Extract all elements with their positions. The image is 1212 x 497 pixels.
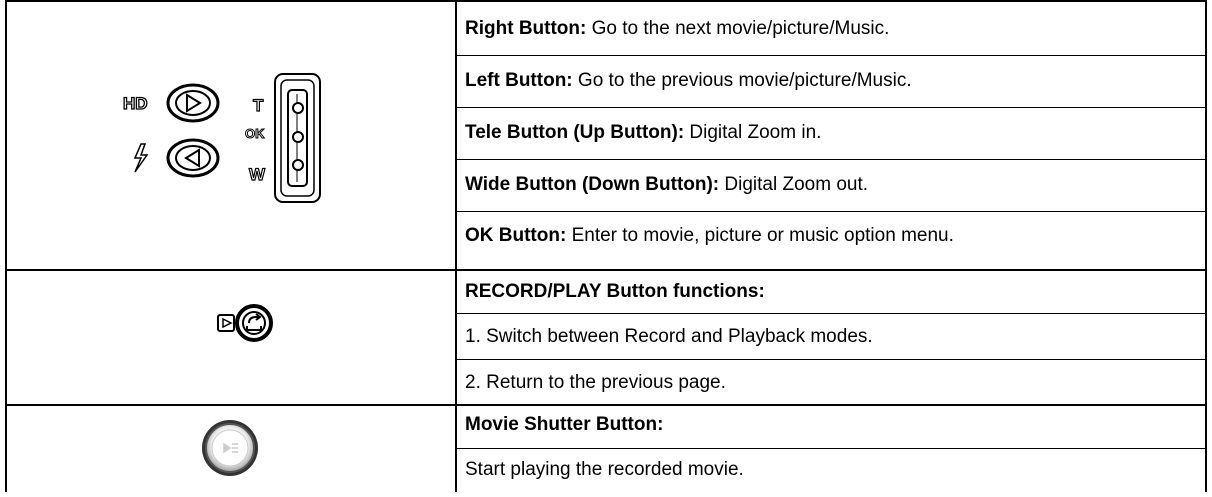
record-play-line-2: 2. Return to the previous page. [465, 372, 726, 393]
navigation-buttons-cell: HD T OK W [5, 2, 454, 269]
flash-icon [133, 143, 149, 173]
record-play-cell [5, 271, 454, 404]
left-button-icon [166, 138, 220, 178]
record-play-illustration [217, 304, 273, 342]
table-border-right [1205, 0, 1207, 492]
navigation-buttons-description: Right Button: Go to the next movie/pictu… [457, 2, 1205, 269]
ok-button-line: OK Button: Enter to movie, picture or mu… [465, 225, 954, 246]
tele-button-line: Tele Button (Up Button): Digital Zoom in… [465, 122, 822, 143]
hd-label: HD [123, 94, 148, 113]
record-play-heading: RECORD/PLAY Button functions: [465, 281, 765, 302]
movie-shutter-line: Start playing the recorded movie. [465, 459, 744, 480]
wide-label: W [249, 165, 266, 184]
zoom-rocker-icon [274, 73, 321, 203]
movie-shutter-button-icon [202, 420, 258, 476]
wide-button-line: Wide Button (Down Button): Digital Zoom … [465, 174, 869, 195]
movie-shutter-description: Movie Shutter Button: Start playing the … [457, 406, 1205, 492]
tele-label: T [253, 96, 264, 115]
record-play-description: RECORD/PLAY Button functions: 1. Switch … [457, 271, 1205, 404]
movie-shutter-cell [5, 406, 454, 492]
right-button-line: Right Button: Go to the next movie/pictu… [465, 18, 890, 39]
button-functions-table: HD T OK W Right Button: Go to the next m… [0, 0, 1212, 492]
left-button-line: Left Button: Go to the previous movie/pi… [465, 70, 912, 91]
right-button-icon [166, 83, 220, 123]
movie-shutter-heading: Movie Shutter Button: [465, 414, 664, 435]
movie-shutter-illustration [202, 420, 258, 476]
record-play-line-1: 1. Switch between Record and Playback mo… [465, 326, 873, 347]
record-play-button-icon [235, 304, 273, 342]
ok-label: OK [245, 126, 265, 141]
navigation-buttons-illustration: HD T OK W [122, 73, 321, 203]
playback-mode-icon [217, 314, 235, 332]
